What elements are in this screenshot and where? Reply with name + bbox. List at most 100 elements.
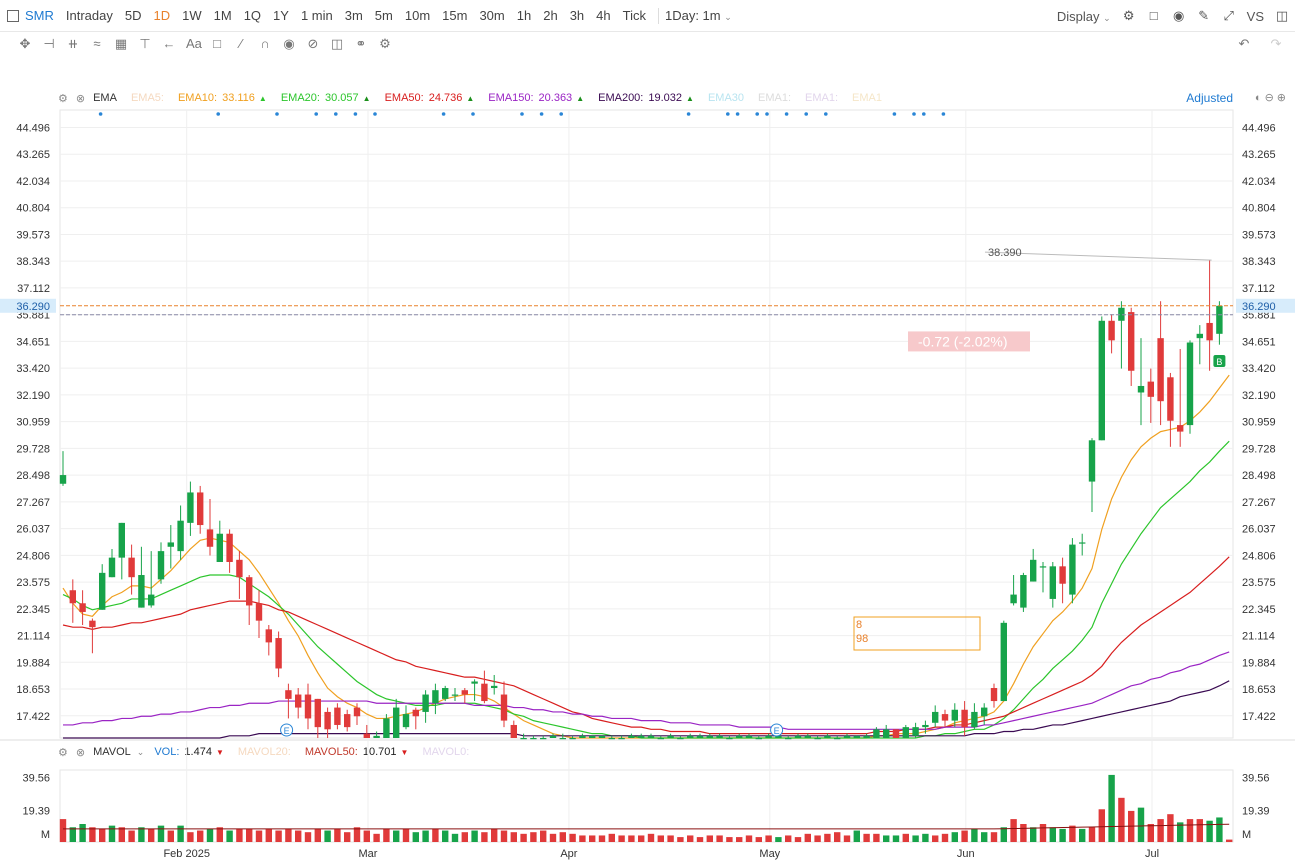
volume-bar (363, 830, 370, 842)
volume-bar (765, 835, 772, 842)
price-tick-right: 39.573 (1242, 229, 1276, 241)
candle-body (128, 557, 135, 578)
candle-body (295, 694, 302, 708)
price-tick-right: 18.653 (1242, 684, 1276, 696)
volume-pane-frame (59, 769, 1234, 843)
volume-bar (559, 832, 566, 842)
price-tick-left: 22.345 (16, 604, 50, 616)
volume-bar (1039, 824, 1047, 842)
volume-bar (451, 833, 459, 842)
event-dot[interactable] (353, 112, 358, 116)
candle-body (1010, 594, 1017, 604)
candle-body (902, 727, 909, 738)
time-tick: Feb 2025 (163, 848, 209, 860)
volume-bar (638, 835, 645, 842)
candle-body (569, 738, 576, 740)
event-dot[interactable] (765, 112, 769, 116)
price-tick-right: 34.651 (1242, 336, 1276, 348)
candle-body (108, 557, 116, 578)
volume-bar (108, 825, 116, 842)
candle-body (402, 714, 410, 728)
event-dot[interactable] (892, 112, 897, 116)
candle-body (275, 638, 282, 669)
price-tick-left: 27.267 (16, 497, 50, 509)
event-dot[interactable] (941, 112, 946, 116)
volume-bar (569, 833, 576, 842)
time-tick: Mar (359, 848, 378, 860)
price-tick-left: 17.422 (16, 711, 50, 723)
candle-body (1000, 622, 1007, 702)
volume-bar (912, 835, 919, 842)
candle-body (1167, 377, 1174, 421)
volume-bar (647, 833, 655, 842)
candle-body (226, 533, 233, 562)
price-tick-left: 18.653 (16, 684, 50, 696)
volume-bar (1030, 827, 1037, 842)
candle-body (1128, 312, 1135, 371)
event-dot[interactable] (314, 112, 319, 116)
event-dot[interactable] (726, 112, 730, 116)
price-tick-left: 37.112 (17, 283, 50, 295)
volume-bar (157, 825, 165, 842)
candle-body (255, 603, 263, 621)
volume-bar (79, 824, 86, 842)
volume-bar (902, 833, 909, 842)
volume-bar (726, 837, 733, 842)
candle-body (138, 575, 145, 608)
price-tick-left: 44.496 (16, 122, 50, 134)
volume-bar (794, 837, 802, 842)
volume-bar (1108, 774, 1115, 842)
candle-body (579, 735, 586, 738)
volume-bar (236, 828, 243, 842)
event-dot[interactable] (334, 112, 338, 116)
candle-body (1196, 333, 1203, 339)
event-dot[interactable] (804, 112, 808, 116)
volume-bar (961, 830, 968, 842)
candle-body (873, 729, 880, 738)
price-chart[interactable]: 44.496 44.496 43.265 43.265 42.034 42.034 40.8… (0, 0, 1295, 864)
event-dot[interactable] (471, 112, 475, 116)
event-dot[interactable] (686, 112, 691, 116)
candle-body (422, 694, 429, 712)
event-dot[interactable] (784, 112, 789, 116)
price-tick-right: 44.496 (1242, 122, 1276, 134)
time-tick: May (759, 848, 780, 860)
current-price-label-left: 36.290 (16, 301, 50, 313)
event-dot[interactable] (735, 112, 740, 116)
event-dot[interactable] (559, 112, 563, 116)
candle-body (1039, 566, 1047, 568)
candle-body (520, 738, 527, 740)
volume-bar (785, 835, 792, 842)
candle-body (69, 590, 76, 604)
candle-body (1079, 542, 1086, 544)
price-tick-left: 19.884 (16, 657, 50, 669)
price-tick-left: 24.806 (16, 550, 50, 562)
highlight-box-label: 98 (856, 633, 868, 645)
price-tick-right: 23.575 (1242, 577, 1276, 589)
volume-bar (1186, 819, 1194, 842)
event-dot[interactable] (275, 112, 279, 116)
volume-bar (745, 835, 753, 842)
volume-bar (775, 837, 782, 842)
volume-bar (549, 833, 557, 842)
event-dot[interactable] (441, 112, 446, 116)
event-dot[interactable] (98, 112, 103, 116)
volume-bar (99, 828, 106, 842)
event-dot[interactable] (824, 112, 828, 116)
price-tick-right: 27.267 (1242, 497, 1276, 509)
event-dot[interactable] (520, 112, 524, 116)
event-dot[interactable] (922, 112, 926, 116)
highlight-box[interactable] (853, 616, 981, 651)
event-dot[interactable] (373, 112, 377, 116)
candle-body (696, 735, 704, 738)
event-dot[interactable] (912, 112, 916, 116)
candle-body (1030, 559, 1037, 582)
event-dot[interactable] (216, 112, 220, 116)
volume-bar (1079, 828, 1086, 842)
candle-body (1098, 320, 1105, 441)
candle-body (618, 738, 625, 740)
event-dot[interactable] (539, 112, 544, 116)
candle-body (187, 492, 194, 523)
event-dot[interactable] (755, 112, 759, 116)
candle-body (843, 735, 851, 738)
